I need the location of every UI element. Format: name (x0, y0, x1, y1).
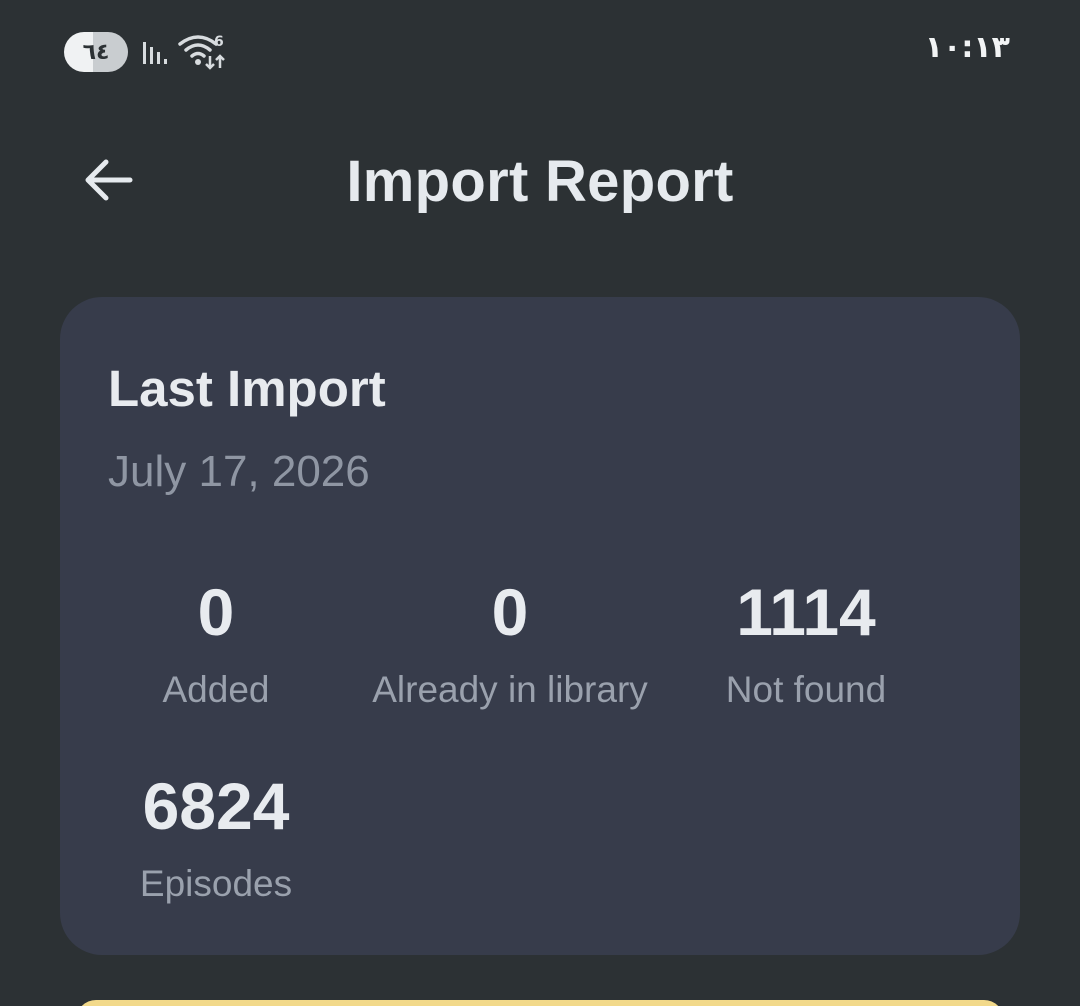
top-app-bar: Import Report (0, 120, 1080, 240)
stat-value: 0 (491, 575, 529, 649)
stat-value: 1114 (736, 575, 876, 649)
stat-label: Added (162, 669, 270, 710)
signal-bars-icon (143, 42, 167, 64)
stat-label: Not found (725, 669, 887, 710)
stat-not-found: 1114 Not found (646, 579, 966, 711)
last-import-card: Last Import July 17, 2026 0 Added 0 Alre… (60, 297, 1020, 955)
stat-label: Episodes (139, 863, 293, 904)
stat-value: 0 (197, 575, 235, 649)
status-bar: ٦٤ 6 ١٠:١٣ (0, 0, 1080, 104)
card-title: Last Import (108, 360, 386, 417)
stat-already-in-library: 0 Already in library (350, 579, 670, 711)
status-time: ١٠:١٣ (924, 30, 1010, 65)
stat-episodes: 6824 Episodes (56, 773, 376, 905)
import-date: July 17, 2026 (108, 447, 370, 496)
page-title: Import Report (346, 149, 734, 214)
next-card-peek (76, 1000, 1004, 1006)
stat-value: 6824 (142, 769, 290, 843)
screen: ٦٤ 6 ١٠:١٣ Import Report Last Import Jul… (0, 0, 1080, 1006)
stat-added: 0 Added (56, 579, 376, 711)
stat-label: Already in library (372, 669, 648, 710)
svg-text:6: 6 (214, 34, 224, 50)
wifi-data-icon: 6 (178, 34, 225, 70)
battery-indicator: ٦٤ (64, 32, 128, 72)
battery-level: ٦٤ (82, 39, 110, 65)
